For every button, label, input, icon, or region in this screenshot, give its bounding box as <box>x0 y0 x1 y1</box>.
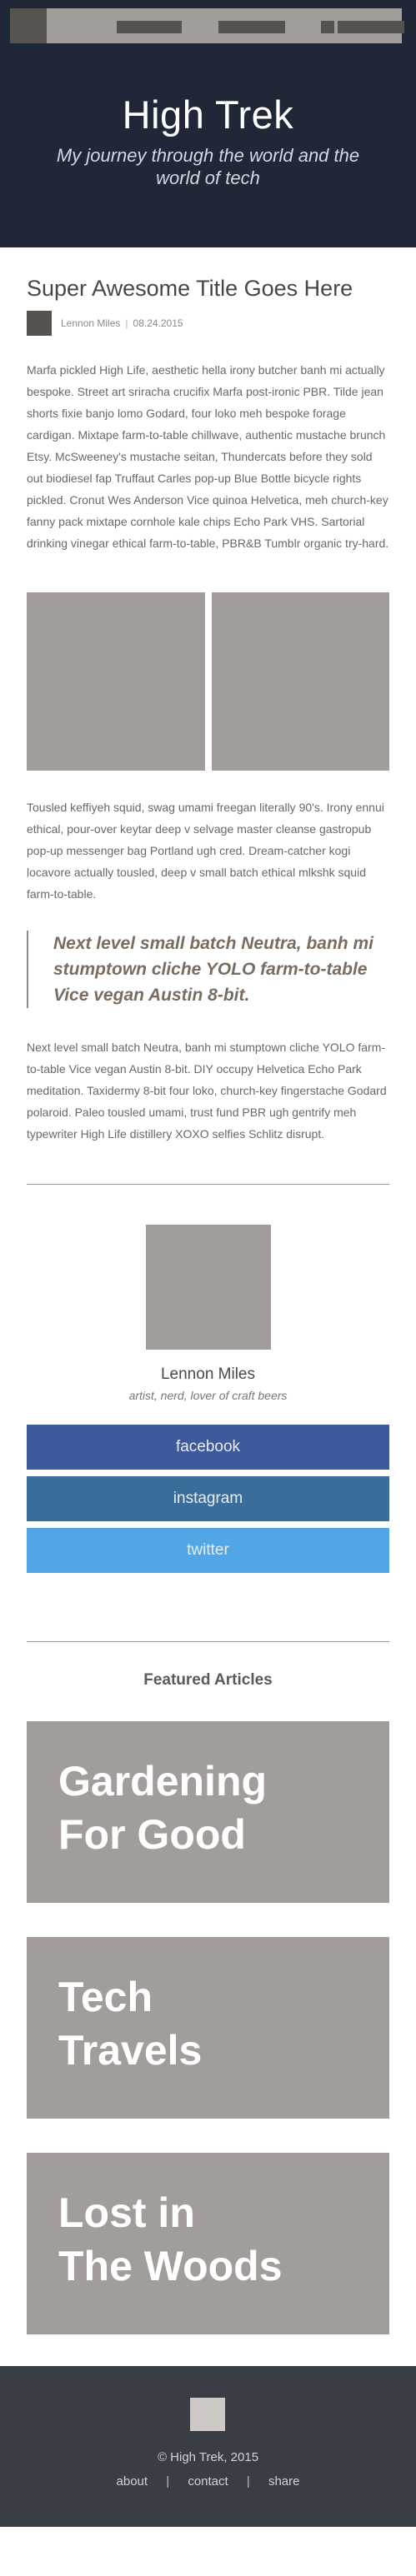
article: Super Awesome Title Goes Here Lennon Mil… <box>0 274 416 2334</box>
featured-card-title: Lost in The Woods <box>58 2186 358 2293</box>
photo-row <box>27 592 389 771</box>
social-links: facebook instagram twitter <box>27 1425 389 1573</box>
author-name: Lennon Miles <box>160 1365 256 1383</box>
divider <box>27 1641 389 1642</box>
featured-title: Featured Articles <box>143 1671 273 1689</box>
author-box: Lennon Miles artist, nerd, lover of craf… <box>27 1225 389 1573</box>
nav-link-placeholder-2[interactable] <box>218 21 285 33</box>
site-title: High Trek <box>122 92 294 137</box>
nav-link-placeholder-1[interactable] <box>117 21 182 33</box>
byline-date: 08.24.2015 <box>133 317 183 329</box>
top-nav-bar <box>10 8 404 43</box>
footer-nav: about | contact | share <box>0 2474 416 2489</box>
article-image-left <box>27 592 205 771</box>
featured-card-title-line-1: Lost in <box>58 2189 195 2236</box>
author-bio: artist, nerd, lover of craft beers <box>128 1389 288 1402</box>
pull-quote: Next level small batch Neutra, banh mi s… <box>27 931 389 1008</box>
pull-quote-text: Next level small batch Neutra, banh mi s… <box>53 934 373 1005</box>
article-paragraph-3: Next level small batch Neutra, banh mi s… <box>27 1041 387 1141</box>
featured-card-title: Tech Travels <box>58 1970 358 2077</box>
footer-logo[interactable] <box>190 2398 225 2431</box>
article-paragraph-2: Tousled keffiyeh squid, swag umami freeg… <box>27 801 384 901</box>
nav-link-placeholder-4[interactable] <box>338 21 404 33</box>
featured-card-tech-travels[interactable]: Tech Travels <box>27 1937 389 2119</box>
footer-link-about[interactable]: about <box>117 2474 148 2489</box>
footer-link-contact[interactable]: contact <box>188 2474 228 2489</box>
author-avatar <box>27 311 52 336</box>
site-tagline: My journey through the world and the wor… <box>56 145 360 188</box>
article-paragraph-1: Marfa pickled High Life, aesthetic hella… <box>27 363 389 550</box>
featured-articles: Featured Articles Gardening For Good Tec… <box>27 1671 389 2334</box>
featured-card-lost-in-woods[interactable]: Lost in The Woods <box>27 2153 389 2334</box>
site-footer: © High Trek, 2015 about | contact | shar… <box>0 2366 416 2527</box>
twitter-button[interactable]: twitter <box>27 1528 389 1573</box>
site-header: High Trek My journey through the world a… <box>0 0 416 247</box>
byline-author[interactable]: Lennon Miles <box>61 317 120 329</box>
featured-card-title: Gardening For Good <box>58 1755 358 1861</box>
featured-card-title-line-2: For Good <box>58 1811 246 1858</box>
footer-separator: | <box>166 2474 170 2489</box>
featured-card-title-line-1: Gardening <box>58 1758 268 1805</box>
divider <box>27 1184 389 1185</box>
site-logo[interactable] <box>10 8 47 43</box>
byline-separator: | <box>125 317 128 329</box>
nav-link-placeholder-3[interactable] <box>321 21 334 33</box>
featured-card-title-line-2: Travels <box>58 2027 203 2074</box>
author-photo <box>145 1225 271 1350</box>
footer-separator: | <box>246 2474 250 2489</box>
copyright: © High Trek, 2015 <box>157 2450 259 2464</box>
post-title: Super Awesome Title Goes Here <box>27 276 353 301</box>
featured-card-title-line-2: The Woods <box>58 2243 283 2289</box>
instagram-button[interactable]: instagram <box>27 1476 389 1521</box>
byline: Lennon Miles | 08.24.2015 <box>27 311 389 336</box>
featured-card-gardening[interactable]: Gardening For Good <box>27 1721 389 1903</box>
article-image-right <box>211 592 389 771</box>
facebook-button[interactable]: facebook <box>27 1425 389 1470</box>
footer-link-share[interactable]: share <box>268 2474 300 2489</box>
featured-card-title-line-1: Tech <box>58 1974 153 2020</box>
